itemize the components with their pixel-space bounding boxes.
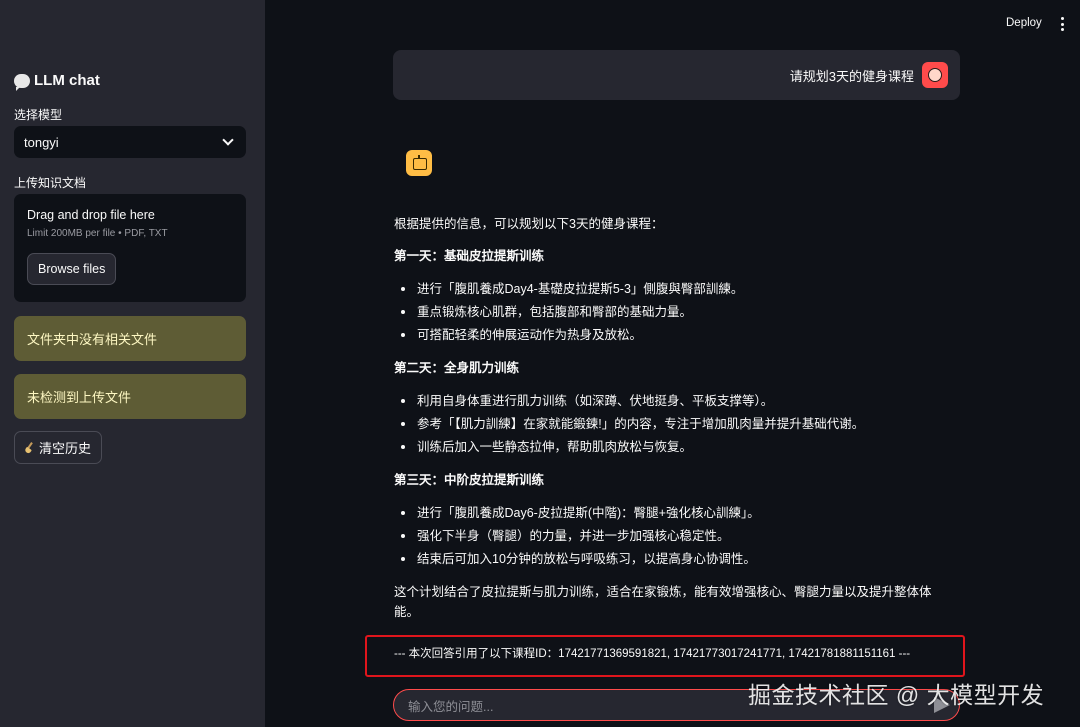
user-message-text: 请规划3天的健身课程 — [789, 68, 914, 84]
model-select-label: 选择模型 — [14, 108, 63, 122]
day-title: 第二天：全身肌力训练 — [394, 361, 520, 375]
deploy-button[interactable]: Deploy — [1006, 17, 1042, 29]
dropzone-limit: Limit 200MB per file • PDF, TXT — [27, 228, 168, 239]
broom-icon — [25, 444, 33, 452]
clear-history-label: 清空历史 — [39, 441, 92, 456]
day-list: 进行「腹肌養成Day4-基礎皮拉提斯5-3」側腹與臀部訓練。 重点锻炼核心肌群，… — [394, 279, 956, 345]
list-item: 训练后加入一些静态拉伸，帮助肌肉放松与恢复。 — [394, 437, 956, 457]
day-title: 第三天：中阶皮拉提斯训练 — [394, 473, 545, 487]
sidebar: LLM chat 选择模型 tongyi 上传知识文档 Drag and dro… — [0, 0, 265, 727]
chat-input-placeholder: 输入您的问题... — [408, 699, 494, 714]
user-avatar-icon — [922, 62, 948, 88]
list-item: 重点锻炼核心肌群，包括腹部和臀部的基础力量。 — [394, 302, 956, 322]
dropzone-title: Drag and drop file here — [27, 208, 155, 222]
model-select-value: tongyi — [24, 134, 59, 150]
browse-files-button[interactable]: Browse files — [27, 253, 117, 285]
assistant-avatar-icon — [406, 150, 432, 176]
list-item: 参考「【肌力訓練】在家就能鍛鍊!」的内容，专注于增加肌肉量并提升基础代谢。 — [394, 414, 956, 434]
list-item: 强化下半身（臀腿）的力量，并进一步加强核心稳定性。 — [394, 526, 956, 546]
day-list: 进行「腹肌養成Day6-皮拉提斯(中階)：臀腿+強化核心訓練」。 强化下半身（臀… — [394, 503, 956, 569]
sidebar-title-text: LLM chat — [34, 72, 100, 89]
answer-summary: 这个计划结合了皮拉提斯与肌力训练，适合在家锻炼，能有效增强核心、臀腿力量以及提升… — [394, 585, 932, 619]
day-title: 第一天：基础皮拉提斯训练 — [394, 249, 545, 263]
watermark: 掘金技术社区 @ 大模型开发 — [748, 682, 1045, 708]
clear-history-button[interactable]: 清空历史 — [14, 431, 103, 464]
answer-intro: 根据提供的信息，可以规划以下3天的健身课程： — [394, 217, 664, 231]
list-item: 利用自身体重进行肌力训练（如深蹲、伏地挺身、平板支撑等）。 — [394, 391, 956, 411]
warning-no-upload: 未检测到上传文件 — [14, 374, 246, 419]
list-item: 结束后可加入10分钟的放松与呼吸练习，以提高身心协调性。 — [394, 549, 956, 569]
list-item: 进行「腹肌養成Day6-皮拉提斯(中階)：臀腿+強化核心訓練」。 — [394, 503, 956, 523]
speech-bubble-icon — [14, 73, 30, 91]
user-message: 请规划3天的健身课程 — [393, 50, 960, 100]
upload-label: 上传知识文档 — [14, 176, 87, 190]
course-id-reference: --- 本次回答引用了以下课程ID：17421771369591821, 174… — [394, 648, 911, 660]
warning-no-related-files: 文件夹中没有相关文件 — [14, 316, 246, 361]
day-list: 利用自身体重进行肌力训练（如深蹲、伏地挺身、平板支撑等）。 参考「【肌力訓練】在… — [394, 391, 956, 457]
sidebar-title: LLM chat — [14, 72, 100, 91]
chevron-down-icon — [222, 134, 234, 146]
main-menu-icon[interactable] — [1060, 17, 1064, 31]
file-uploader-dropzone[interactable]: Drag and drop file here Limit 200MB per … — [14, 194, 246, 302]
list-item: 进行「腹肌養成Day4-基礎皮拉提斯5-3」側腹與臀部訓練。 — [394, 279, 956, 299]
list-item: 可搭配轻柔的伸展运动作为热身及放松。 — [394, 325, 956, 345]
model-select[interactable]: tongyi — [14, 126, 246, 158]
assistant-message: 根据提供的信息，可以规划以下3天的健身课程： 第一天：基础皮拉提斯训练 进行「腹… — [394, 214, 956, 634]
